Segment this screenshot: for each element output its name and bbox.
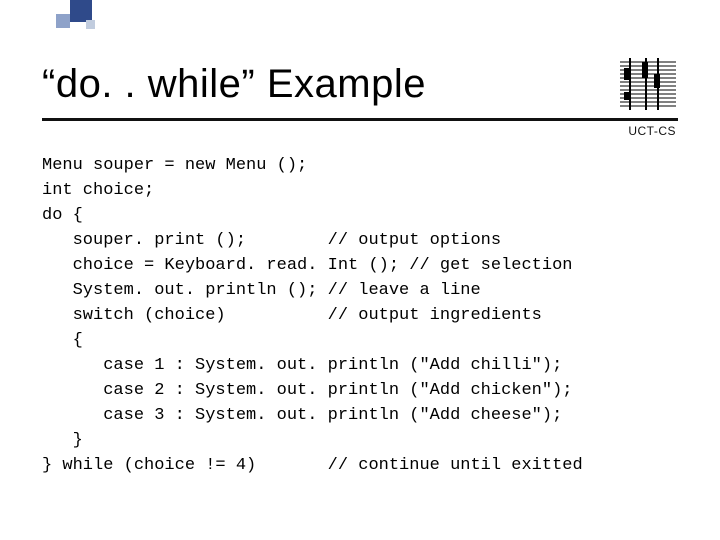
code-line: switch (choice) // output ingredients bbox=[42, 306, 542, 325]
slide-title: “do. . while” Example bbox=[42, 62, 678, 107]
title-row: “do. . while” Example bbox=[42, 62, 678, 107]
code-line: case 3 : System. out. println ("Add chee… bbox=[42, 406, 562, 425]
code-line: int choice; bbox=[42, 181, 154, 200]
deco-square-small bbox=[86, 20, 95, 29]
code-line: souper. print (); // output options bbox=[42, 231, 501, 250]
slide: “do. . while” Example bbox=[0, 0, 720, 540]
code-line: } while (choice != 4) // continue until … bbox=[42, 456, 583, 475]
code-line: System. out. println (); // leave a line bbox=[42, 281, 481, 300]
deco-square-medium bbox=[56, 14, 70, 28]
code-line: choice = Keyboard. read. Int (); // get … bbox=[42, 256, 573, 275]
code-line: case 2 : System. out. println ("Add chic… bbox=[42, 381, 573, 400]
corner-squares-decoration bbox=[36, 0, 116, 36]
code-line: } bbox=[42, 431, 83, 450]
code-line: do { bbox=[42, 206, 83, 225]
code-block: Menu souper = new Menu (); int choice; d… bbox=[42, 154, 678, 479]
code-line: case 1 : System. out. println ("Add chil… bbox=[42, 356, 562, 375]
code-line: Menu souper = new Menu (); bbox=[42, 156, 307, 175]
code-line: { bbox=[42, 331, 83, 350]
title-underline bbox=[42, 118, 678, 121]
circuit-svg bbox=[620, 58, 676, 110]
deco-square-large bbox=[70, 0, 92, 22]
subtitle-uct: UCT-CS bbox=[628, 124, 676, 138]
circuit-logo-icon bbox=[620, 58, 676, 110]
